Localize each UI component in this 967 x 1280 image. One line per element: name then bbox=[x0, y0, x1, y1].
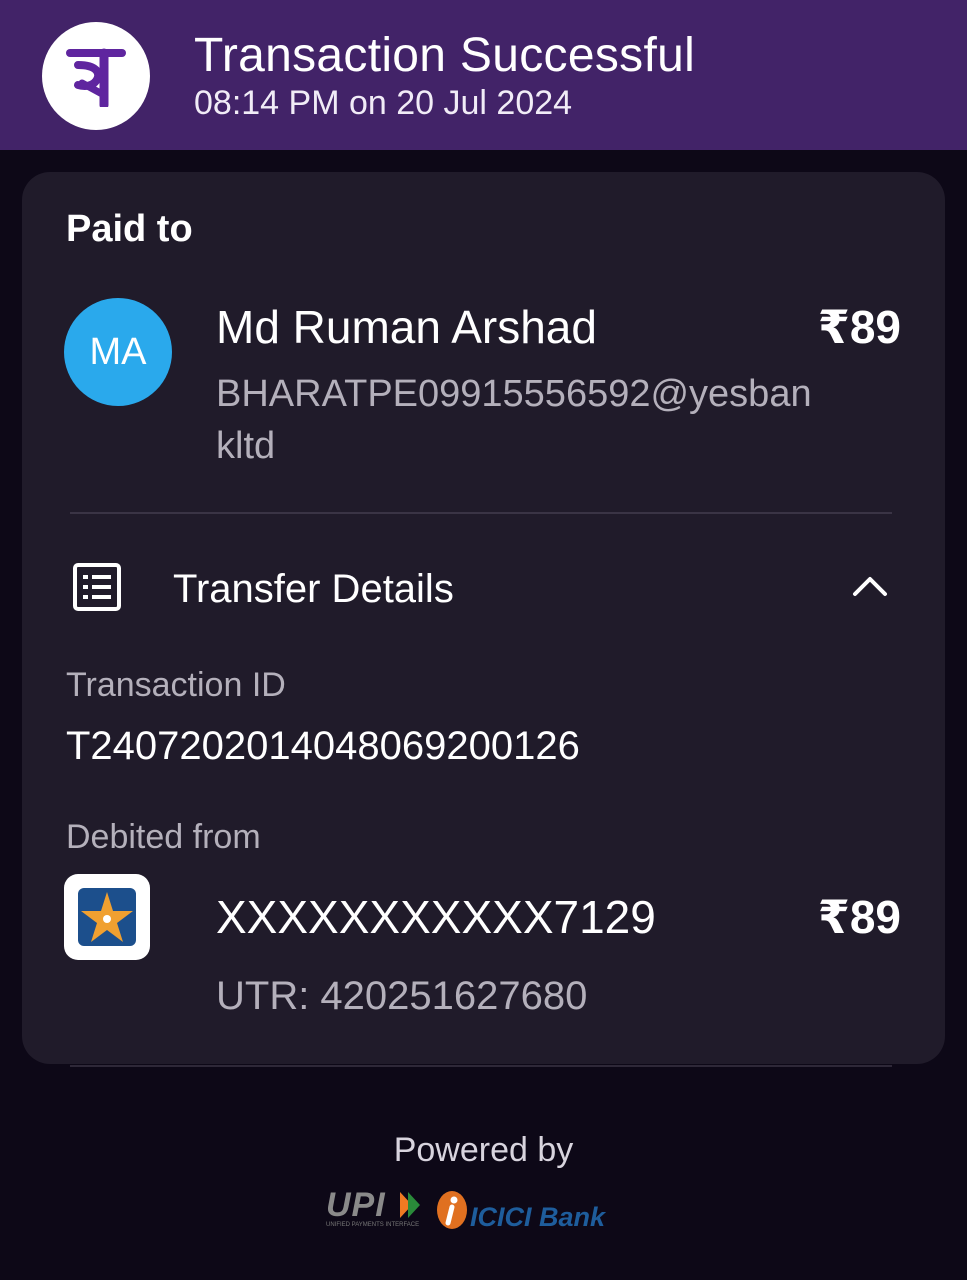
payee-amount: ₹89 bbox=[817, 301, 901, 353]
header-bar: Transaction Successful 08:14 PM on 20 Ju… bbox=[0, 0, 967, 150]
debit-account-number: XXXXXXXXXXX7129 bbox=[216, 891, 656, 943]
transaction-status-title: Transaction Successful bbox=[194, 29, 696, 82]
upi-tagline: UNIFIED PAYMENTS INTERFACE bbox=[326, 1222, 420, 1228]
transaction-timestamp: 08:14 PM on 20 Jul 2024 bbox=[194, 84, 573, 122]
upi-logo: UPI bbox=[326, 1186, 386, 1224]
footer-divider bbox=[70, 1065, 892, 1067]
payee-name: Md Ruman Arshad bbox=[216, 301, 597, 353]
partner-logos: UPI UNIFIED PAYMENTS INTERFACE ICICI Ban… bbox=[326, 1186, 646, 1236]
phonepe-logo-icon bbox=[42, 22, 150, 130]
debited-from-label: Debited from bbox=[66, 818, 261, 856]
icici-bank-logo: ICICI Bank bbox=[470, 1202, 606, 1232]
chevron-up-icon[interactable] bbox=[850, 570, 890, 602]
upi-arrow-icon bbox=[400, 1192, 420, 1218]
transaction-id-label: Transaction ID bbox=[66, 666, 286, 704]
utr-number: UTR: 420251627680 bbox=[216, 974, 588, 1018]
icici-logo-icon bbox=[437, 1191, 467, 1229]
phonepe-logo-glyph bbox=[66, 48, 126, 107]
transfer-details-title: Transfer Details bbox=[173, 567, 454, 611]
payee-upi-id: BHARATPE09915556592@yesbankltd bbox=[216, 373, 812, 467]
receipt-list-icon bbox=[73, 563, 121, 611]
debit-amount: ₹89 bbox=[817, 891, 901, 943]
transaction-id-value: T2407202014048069200126 bbox=[66, 724, 580, 768]
avatar: MA bbox=[64, 298, 172, 406]
paid-to-label: Paid to bbox=[66, 208, 193, 250]
bank-logo-graphic bbox=[78, 888, 136, 946]
transaction-card: Paid to MA Md Ruman Arshad ₹89 BHARATPE0… bbox=[22, 172, 945, 1064]
section-divider bbox=[70, 512, 892, 514]
powered-by-label: Powered by bbox=[393, 1131, 574, 1169]
avatar-initials: MA bbox=[89, 330, 147, 373]
bank-star-logo-icon bbox=[64, 874, 150, 960]
